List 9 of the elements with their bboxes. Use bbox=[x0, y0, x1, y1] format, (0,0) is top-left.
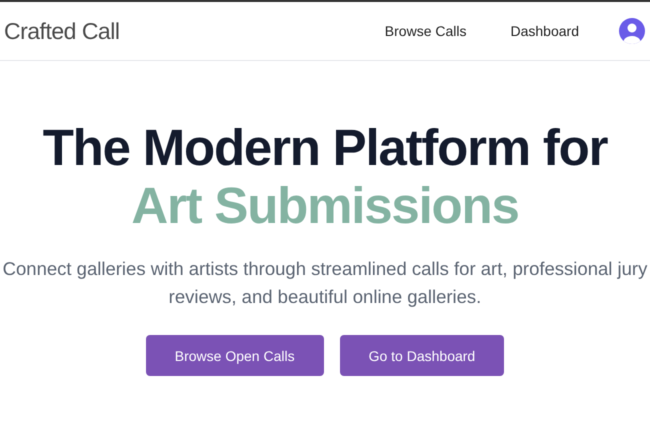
nav-link[interactable]: Browse Calls bbox=[384, 23, 466, 39]
nav-link[interactable]: Dashboard bbox=[510, 23, 579, 39]
hero-title-accent: Art Submissions bbox=[131, 177, 519, 235]
cta-button[interactable]: Browse Open Calls bbox=[146, 335, 324, 376]
cta-button[interactable]: Go to Dashboard bbox=[340, 335, 504, 376]
logo-text[interactable]: Crafted Call bbox=[4, 18, 120, 44]
avatar-icon[interactable] bbox=[619, 18, 645, 44]
hero-subtitle: Connect galleries with artists through streamlined calls for art, professional jury reviews, and beautiful online galleries. bbox=[2, 257, 648, 309]
hero-title: The Modern Platform for bbox=[42, 119, 608, 177]
